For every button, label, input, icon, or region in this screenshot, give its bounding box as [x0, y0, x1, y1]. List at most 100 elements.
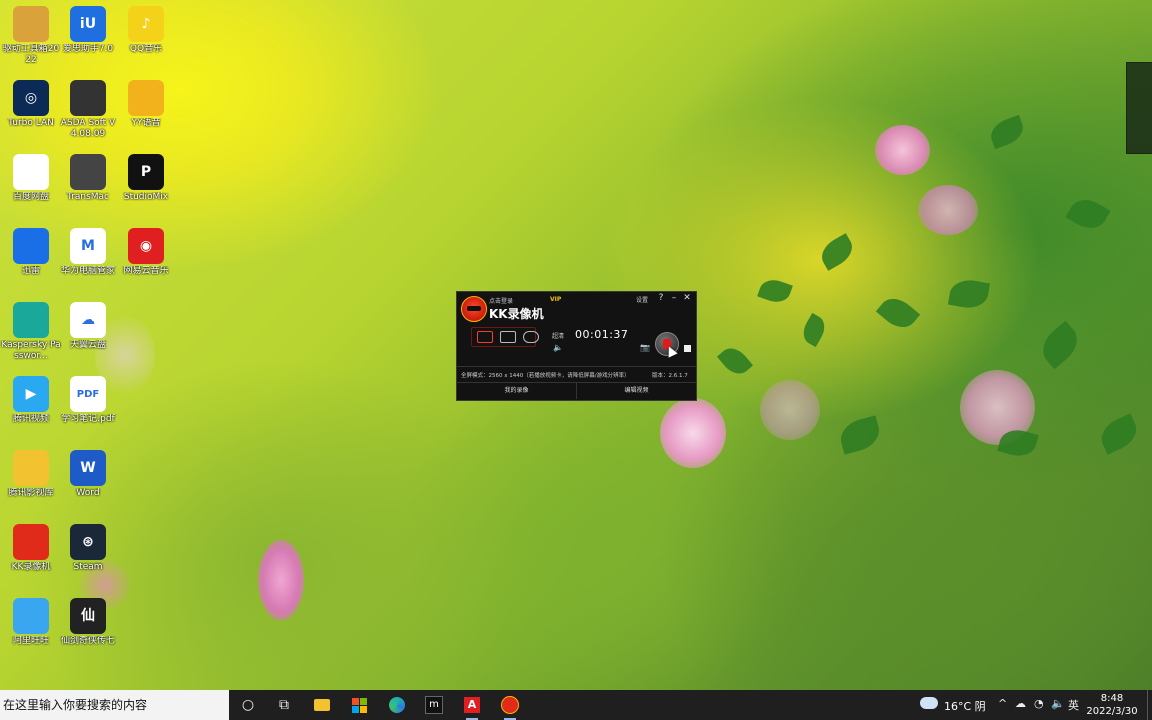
- taskbar-search-input[interactable]: 在这里输入你要搜索的内容: [0, 690, 229, 720]
- desktop-icon-label: 迅雷: [21, 266, 40, 276]
- settings-button[interactable]: 设置: [636, 295, 648, 304]
- task-view-icon[interactable]: ⧉: [271, 694, 297, 716]
- desktop-icon[interactable]: ASDA Soft V4.08.09: [57, 76, 119, 146]
- stop-button[interactable]: [684, 345, 691, 352]
- pdf-file-icon: PDF: [70, 376, 106, 412]
- desktop-icon[interactable]: PDF 学习笔记.pdf: [57, 372, 119, 442]
- show-desktop-button[interactable]: [1147, 690, 1148, 720]
- transmac-icon: [70, 154, 106, 190]
- desktop-icon-label: 华为电脑管家: [60, 266, 115, 276]
- desktop-icon[interactable]: 阿里旺旺: [0, 594, 62, 664]
- edge-icon[interactable]: [384, 694, 410, 716]
- netease-music-icon: ◉: [128, 228, 164, 264]
- close-button[interactable]: ✕: [682, 293, 692, 303]
- wallpaper-leaf: [947, 276, 991, 312]
- network-icon[interactable]: ◔: [1034, 697, 1044, 710]
- desktop-icon[interactable]: YY语音: [115, 76, 177, 146]
- desktop-icon-label: QQ音乐: [129, 44, 163, 54]
- desktop-icon[interactable]: iU 爱思助手7.0: [57, 2, 119, 72]
- desktop-icon-label: 阿里旺旺: [12, 636, 49, 646]
- wallpaper-flower: [760, 380, 820, 440]
- desktop-icon-label: 爱思助手7.0: [62, 44, 114, 54]
- volume-tray-icon[interactable]: 🔈: [1051, 697, 1065, 710]
- kk-bottom-tabs: 我的录像 编辑视频: [457, 382, 696, 399]
- kk-recorder-window[interactable]: 点击登录 VIP KK录像机 设置 ? – ✕ 超清 🔈 00:01:37 📷 …: [456, 291, 697, 401]
- fullscreen-mode-icon[interactable]: [477, 331, 493, 343]
- desktop-icon-label: Turbo LAN: [8, 118, 54, 128]
- desktop-icon-label: 网易云音乐: [123, 266, 169, 276]
- volume-icon[interactable]: 🔈: [553, 343, 563, 352]
- desktop-icon[interactable]: P StudioMix: [115, 150, 177, 220]
- app-title: KK录像机: [489, 307, 544, 321]
- wallpaper-leaf: [716, 342, 754, 380]
- screenshot-camera-icon[interactable]: 📷: [640, 343, 650, 352]
- xunlei-icon: [13, 228, 49, 264]
- kk-logo-icon: [461, 296, 487, 322]
- wallpaper-leaf: [1035, 320, 1085, 370]
- baidu-netdisk-icon: [13, 154, 49, 190]
- desktop-icon[interactable]: ⊛ Steam: [57, 520, 119, 590]
- help-button[interactable]: ?: [656, 293, 666, 303]
- taskbar: 在这里输入你要搜索的内容 ○ ⧉ m A 16°C 阴 ^ ☁ ◔ 🔈 英 8:…: [0, 690, 1152, 720]
- minimize-button[interactable]: –: [669, 293, 679, 303]
- desktop-icon-label: Word: [76, 488, 100, 498]
- edit-video-button[interactable]: 编辑视频: [576, 383, 696, 399]
- wallpaper-leaf: [1095, 413, 1143, 455]
- kk-controls: 超清 🔈 00:01:37 📷: [457, 324, 696, 366]
- recording-timer: 00:01:37: [575, 328, 629, 341]
- desktop-icon[interactable]: 迅雷: [0, 224, 62, 294]
- turbo-lan-icon: ◎: [13, 80, 49, 116]
- weather-widget[interactable]: 16°C 阴: [944, 698, 986, 714]
- wallpaper-leaf: [836, 415, 884, 455]
- desktop-icon[interactable]: 驱动工具箱2022: [0, 2, 62, 72]
- kk-title-bar[interactable]: 点击登录 VIP KK录像机 设置 ? – ✕: [457, 292, 696, 324]
- taskbar-clock[interactable]: 8:48 2022/3/30: [1086, 692, 1138, 718]
- desktop-icon[interactable]: ▶ 腾讯视频: [0, 372, 62, 442]
- desktop-icon-label: Kaspersky Passwor...: [1, 340, 61, 361]
- desktop-icon[interactable]: ☁ 天翼云盘: [57, 298, 119, 368]
- vip-badge[interactable]: VIP: [550, 296, 561, 303]
- desktop-icon-label: 驱动工具箱2022: [2, 44, 60, 65]
- file-explorer-icon[interactable]: [309, 694, 335, 716]
- desktop-icon-label: ASDA Soft V4.08.09: [60, 118, 116, 139]
- input-method-indicator[interactable]: 英: [1068, 697, 1079, 713]
- microsoft-store-icon[interactable]: [346, 694, 372, 716]
- desktop-icon-label: 腾讯视频: [12, 414, 49, 424]
- desktop-icon[interactable]: ◉ 网易云音乐: [115, 224, 177, 294]
- game-mode-icon[interactable]: [523, 331, 539, 343]
- kk-recorder-taskbar-icon[interactable]: [497, 694, 523, 720]
- floating-widget-panel[interactable]: [1126, 62, 1152, 154]
- desktop-icon[interactable]: M 华为电脑管家: [57, 224, 119, 294]
- desktop-icon[interactable]: 百度网盘: [0, 150, 62, 220]
- asda-soft-icon: [70, 80, 106, 116]
- yy-voice-icon: [128, 80, 164, 116]
- toolbox-icon: [13, 6, 49, 42]
- word-icon: W: [70, 450, 106, 486]
- onedrive-icon[interactable]: ☁: [1015, 697, 1026, 710]
- quality-selector[interactable]: 超清: [552, 331, 564, 340]
- desktop-icon[interactable]: TransMac: [57, 150, 119, 220]
- desktop-icon[interactable]: KK录像机: [0, 520, 62, 590]
- desktop-icon[interactable]: ♪ QQ音乐: [115, 2, 177, 72]
- wallpaper-leaf: [816, 233, 858, 271]
- desktop-icon[interactable]: 腾讯影视库: [0, 446, 62, 516]
- wallpaper-flower: [660, 398, 726, 468]
- desktop-icon-label: YY语音: [131, 118, 161, 128]
- desktop-icon[interactable]: Kaspersky Passwor...: [0, 298, 62, 368]
- login-link[interactable]: 点击登录: [489, 296, 513, 305]
- desktop-icon[interactable]: 仙仙剑奇侠传七: [57, 594, 119, 664]
- chevron-up-icon[interactable]: ^: [998, 697, 1007, 710]
- wallpaper-leaf: [875, 291, 921, 335]
- clock-time: 8:48: [1100, 693, 1124, 704]
- adobe-acrobat-icon[interactable]: A: [459, 694, 485, 720]
- cloud-icon[interactable]: [920, 697, 938, 709]
- window-mode-icon[interactable]: [500, 331, 516, 343]
- desktop-icon[interactable]: W Word: [57, 446, 119, 516]
- cortana-icon[interactable]: ○: [235, 694, 261, 716]
- meitu-icon[interactable]: m: [421, 694, 447, 716]
- desktop-icon[interactable]: ◎ Turbo LAN: [0, 76, 62, 146]
- kk-status-bar: 全屏模式：2560 x 1440（若播放视频卡，请降低屏幕/游戏分辨率） 版本：…: [457, 366, 696, 382]
- my-recordings-button[interactable]: 我的录像: [457, 383, 576, 399]
- tencent-media-folder-icon: [13, 450, 49, 486]
- kaspersky-password-icon: [13, 302, 49, 338]
